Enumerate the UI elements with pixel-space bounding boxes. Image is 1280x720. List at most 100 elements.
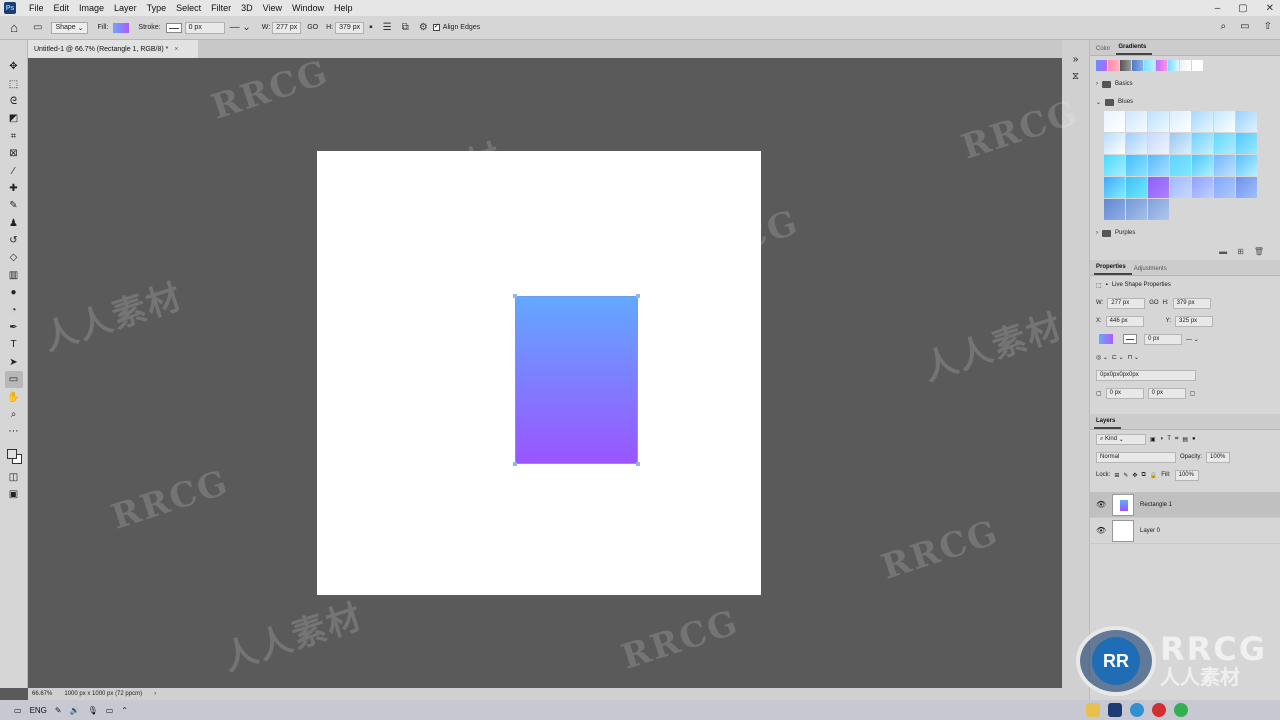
gradient-preset[interactable] [1104, 199, 1125, 220]
prop-link-icon[interactable]: GO [1149, 300, 1158, 306]
filter-toggle-icon[interactable]: ● [1192, 436, 1196, 442]
path-operations-icon[interactable]: ▪ [369, 22, 373, 33]
path-alignment-icon[interactable]: ☰ [383, 22, 392, 33]
gradient-preset[interactable] [1104, 133, 1125, 154]
network-icon[interactable]: ▭ [106, 706, 114, 715]
blend-mode-select[interactable]: Normal [1096, 451, 1176, 463]
zoom-level[interactable]: 66.67% [32, 691, 52, 697]
gradient-preset[interactable] [1148, 111, 1169, 132]
stroke-corners-icon[interactable]: ⊓ ⌄ [1128, 354, 1139, 361]
filter-shape-icon[interactable]: ⌗ [1175, 436, 1178, 443]
menu-view[interactable]: View [258, 3, 287, 13]
prop-height-field[interactable]: 379 px [1172, 297, 1211, 309]
share-icon[interactable]: ⇧ [1264, 21, 1272, 32]
whatsapp-icon[interactable] [1174, 703, 1188, 717]
filter-smart-object-icon[interactable]: ▤ [1182, 436, 1188, 443]
history-panel-icon[interactable]: ⧖ [1072, 71, 1079, 82]
stroke-width-field[interactable]: 0 px [184, 21, 225, 34]
gradient-preset[interactable] [1170, 177, 1191, 198]
move-tool-icon[interactable]: ✥ [5, 58, 23, 75]
layer-row[interactable]: 👁 Layer 0 [1090, 518, 1280, 544]
tab-properties[interactable]: Properties [1094, 264, 1132, 275]
collapse-panels-icon[interactable]: » [1073, 54, 1079, 65]
layer-kind-select[interactable]: ⌕ Kind ⌄ [1096, 433, 1146, 445]
transform-handle[interactable] [513, 462, 517, 466]
gradient-preset[interactable] [1148, 177, 1169, 198]
close-window-icon[interactable]: ✕ [1266, 3, 1274, 14]
language-indicator[interactable]: ENG [30, 706, 47, 715]
transform-handle[interactable] [636, 294, 640, 298]
mic-icon[interactable]: 🎙 [88, 706, 98, 715]
gradient-swatch[interactable] [1096, 60, 1107, 71]
dodge-tool-icon[interactable]: ◔ [5, 301, 23, 318]
foreground-color-swatch[interactable] [6, 448, 17, 459]
workspace-icon[interactable]: ▭ [1240, 21, 1249, 32]
maximize-icon[interactable]: ▢ [1238, 3, 1247, 14]
gradient-preset[interactable] [1170, 133, 1191, 154]
filter-type-icon[interactable]: T [1167, 436, 1171, 442]
gradient-preset[interactable] [1214, 111, 1235, 132]
prop-x-field[interactable]: 446 px [1105, 315, 1144, 327]
lock-artboard-icon[interactable]: ⧉ [1141, 472, 1145, 479]
gradient-preset[interactable] [1214, 155, 1235, 176]
corner-tl-field[interactable]: 0 px [1105, 387, 1144, 399]
brush-tool-icon[interactable]: ✎ [5, 197, 23, 214]
frame-tool-icon[interactable]: ⊠ [5, 145, 23, 162]
document-tab[interactable]: Untitled-1 @ 66.7% (Rectangle 1, RGB/8) … [28, 40, 198, 58]
gradient-swatch[interactable] [1180, 60, 1191, 71]
lock-pixels-icon[interactable]: ✎ [1123, 472, 1128, 479]
crop-tool-icon[interactable]: ⌗ [5, 128, 23, 145]
pen-tool-icon[interactable]: ✒ [5, 319, 23, 336]
marquee-tool-icon[interactable]: ⬚ [5, 75, 23, 92]
type-tool-icon[interactable]: T [5, 336, 23, 353]
stroke-swatch[interactable] [165, 22, 182, 33]
stroke-align-icon[interactable]: ◎ ⌄ [1096, 354, 1108, 361]
tool-preset-icon[interactable]: ▭ [33, 22, 42, 33]
volume-icon[interactable]: 🔊 [70, 706, 80, 715]
chevron-up-icon[interactable]: ⌃ [121, 706, 128, 715]
new-group-icon[interactable]: ▬ [1219, 247, 1227, 256]
tab-color[interactable]: Color [1094, 46, 1116, 55]
gradient-preset[interactable] [1170, 111, 1191, 132]
gradient-preset[interactable] [1104, 177, 1125, 198]
new-gradient-icon[interactable]: ⊞ [1237, 247, 1244, 256]
opacity-field[interactable]: 100% [1206, 451, 1231, 463]
menu-image[interactable]: Image [74, 3, 109, 13]
menu-file[interactable]: File [24, 3, 49, 13]
healing-brush-tool-icon[interactable]: ✚ [5, 180, 23, 197]
shape-mode-select[interactable]: Shape ⌄ [51, 21, 88, 34]
lock-position-icon[interactable]: ✥ [1132, 472, 1137, 479]
gradient-preset[interactable] [1192, 111, 1213, 132]
gradient-swatch[interactable] [1168, 60, 1179, 71]
gradient-preset[interactable] [1214, 133, 1235, 154]
tab-gradients[interactable]: Gradients [1116, 44, 1153, 55]
prop-width-field[interactable]: 277 px [1107, 297, 1146, 309]
gradient-preset[interactable] [1126, 111, 1147, 132]
gradient-preset[interactable] [1214, 177, 1235, 198]
gradient-preset[interactable] [1126, 199, 1147, 220]
align-edges-checkbox[interactable] [432, 22, 440, 31]
zoom-tool-icon[interactable]: ⌕ [5, 406, 23, 423]
gradient-preset[interactable] [1104, 155, 1125, 176]
gradient-preset[interactable] [1236, 111, 1257, 132]
gradient-swatch[interactable] [1108, 60, 1119, 71]
gradient-preset[interactable] [1148, 199, 1169, 220]
gradient-preset[interactable] [1236, 155, 1257, 176]
gradient-preset[interactable] [1148, 133, 1169, 154]
menu-3d[interactable]: 3D [236, 3, 258, 13]
prop-stroke-swatch[interactable] [1123, 334, 1137, 344]
lock-transparent-icon[interactable]: ⊞ [1114, 472, 1119, 479]
filter-adjustment-icon[interactable]: ◑ [1160, 436, 1164, 442]
gradient-preset[interactable] [1170, 155, 1191, 176]
gradient-preset[interactable] [1126, 133, 1147, 154]
gradient-preset[interactable] [1236, 177, 1257, 198]
file-explorer-icon[interactable] [1086, 703, 1100, 717]
folder-purples[interactable]: › Purples [1090, 224, 1280, 242]
link-dimensions-icon[interactable]: GO [307, 24, 318, 31]
menu-type[interactable]: Type [142, 3, 172, 13]
filter-pixel-icon[interactable]: ▣ [1150, 436, 1156, 443]
blur-tool-icon[interactable]: ● [5, 284, 23, 301]
search-icon[interactable]: ⌕ [1221, 21, 1227, 32]
path-selection-tool-icon[interactable]: ➤ [5, 354, 23, 371]
pen-icon[interactable]: ✎ [55, 706, 62, 715]
